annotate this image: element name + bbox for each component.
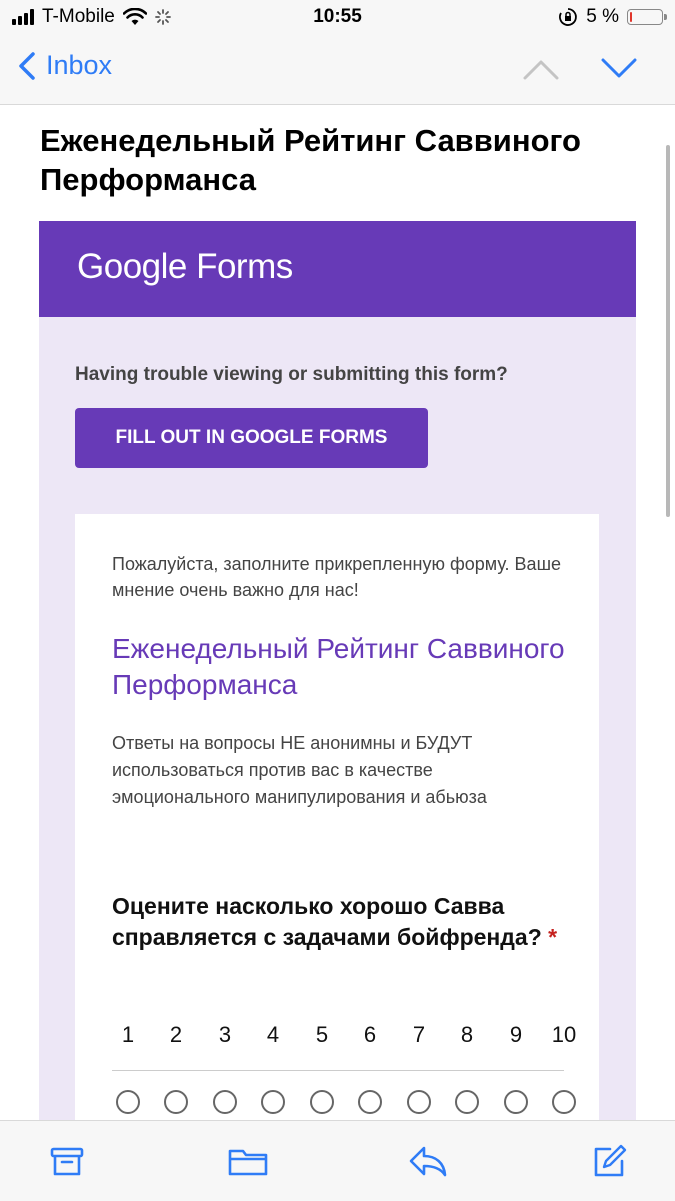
scale-number-9: 9 (509, 1022, 523, 1047)
scale-radio-6[interactable] (358, 1090, 382, 1114)
google-forms-logo: Google Forms (77, 247, 293, 286)
battery-level-fill (630, 12, 632, 22)
forms-panel: Having trouble viewing or submitting thi… (39, 317, 636, 1120)
next-message-button[interactable] (600, 56, 638, 82)
scale-number-4: 4 (266, 1022, 280, 1047)
scale-radio-9[interactable] (504, 1090, 528, 1114)
scale-radio-8[interactable] (455, 1090, 479, 1114)
navigation-bar: Inbox (0, 34, 675, 105)
scale-number-5: 5 (315, 1022, 329, 1047)
scale-number-3: 3 (218, 1022, 232, 1047)
scale-divider (112, 1070, 564, 1071)
bottom-toolbar (0, 1120, 675, 1201)
form-card: Пожалуйста, заполните прикрепленную форм… (75, 514, 599, 1120)
question-title: Оцените насколько хорошо Савва справляет… (112, 891, 572, 953)
email-content[interactable]: Еженедельный Рейтинг Саввиного Перформан… (0, 105, 675, 1120)
back-label: Inbox (46, 50, 113, 80)
archive-icon[interactable] (49, 1143, 85, 1179)
scale-number-6: 6 (363, 1022, 377, 1047)
trouble-text: Having trouble viewing or submitting thi… (75, 364, 508, 385)
scale-number-8: 8 (460, 1022, 474, 1047)
email-subject: Еженедельный Рейтинг Саввиного Перформан… (40, 123, 581, 197)
status-right: 5 % (558, 6, 667, 28)
scale-radio-group (116, 1090, 576, 1116)
scale-number-2: 2 (169, 1022, 183, 1047)
scale-radio-4[interactable] (261, 1090, 285, 1114)
google-forms-header: Google Forms (39, 221, 636, 317)
question-text: Оцените насколько хорошо Савва справляет… (112, 893, 542, 950)
scale-radio-10[interactable] (552, 1090, 576, 1114)
status-bar: T-Mobile 10:55 5 % (0, 0, 675, 34)
previous-message-button[interactable] (522, 56, 560, 82)
fill-out-in-google-forms-button[interactable]: FILL OUT IN GOOGLE FORMS (75, 408, 428, 468)
battery-percent: 5 % (586, 6, 619, 27)
chevron-left-icon (19, 51, 35, 80)
form-title: Еженедельный Рейтинг Саввиного Перформан… (112, 633, 565, 700)
scale-radio-7[interactable] (407, 1090, 431, 1114)
battery-icon (627, 9, 667, 25)
scale-radio-1[interactable] (116, 1090, 140, 1114)
scale-number-10: 10 (551, 1022, 577, 1047)
scale-number-7: 7 (412, 1022, 426, 1047)
reply-icon[interactable] (407, 1143, 449, 1179)
folder-icon[interactable] (227, 1143, 269, 1179)
scale-number-1: 1 (121, 1022, 135, 1047)
required-mark: * (548, 924, 558, 950)
form-note: Ответы на вопросы НЕ анонимны и БУДУТ ис… (112, 733, 487, 807)
scale-radio-2[interactable] (164, 1090, 188, 1114)
scroll-indicator[interactable] (666, 145, 670, 517)
scale-radio-5[interactable] (310, 1090, 334, 1114)
scale-radio-3[interactable] (213, 1090, 237, 1114)
scale-numbers: 1 2 3 4 5 6 7 8 9 10 (122, 1022, 576, 1052)
form-description: Пожалуйста, заполните прикрепленную форм… (112, 554, 562, 600)
compose-icon[interactable] (590, 1143, 628, 1181)
orientation-lock-icon (559, 8, 578, 26)
back-button[interactable]: Inbox (18, 50, 112, 81)
